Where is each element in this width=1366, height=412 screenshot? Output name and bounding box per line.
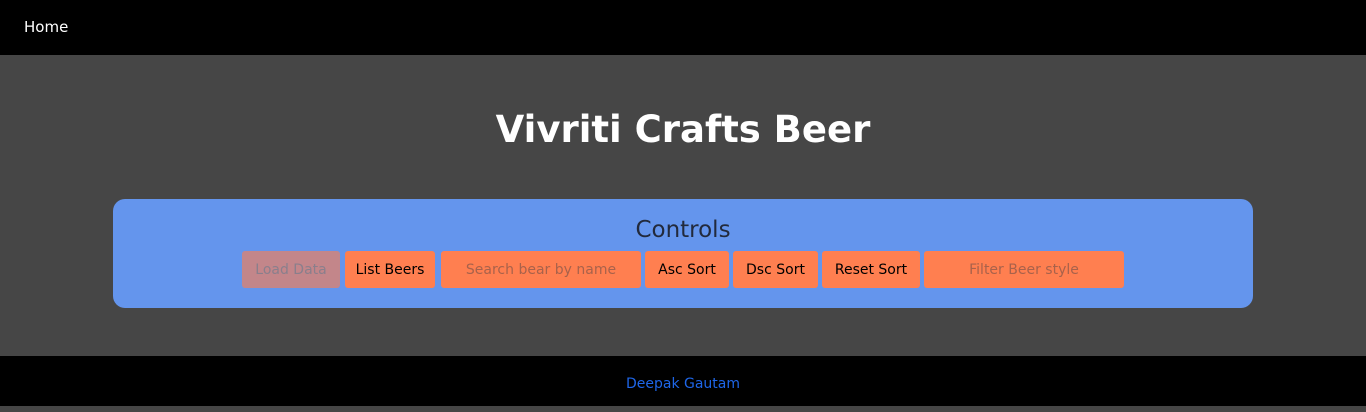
reset-sort-button[interactable]: Reset Sort [822, 251, 920, 288]
asc-sort-button[interactable]: Asc Sort [645, 251, 729, 288]
controls-panel: Controls Load Data List Beers Asc Sort D… [113, 199, 1253, 308]
main-content: Vivriti Crafts Beer Controls Load Data L… [0, 55, 1366, 356]
bottom-strip [0, 406, 1366, 412]
dsc-sort-button[interactable]: Dsc Sort [733, 251, 818, 288]
search-beer-input[interactable] [441, 251, 641, 288]
footer: Deepak Gautam [0, 356, 1366, 406]
list-beers-button[interactable]: List Beers [345, 251, 435, 288]
load-data-button[interactable]: Load Data [242, 251, 340, 288]
controls-heading: Controls [635, 217, 731, 243]
top-navbar: Home [0, 0, 1366, 55]
author-link[interactable]: Deepak Gautam [0, 374, 1366, 394]
page-title: Vivriti Crafts Beer [495, 108, 871, 151]
home-link[interactable]: Home [24, 17, 68, 37]
filter-style-input[interactable] [924, 251, 1124, 288]
